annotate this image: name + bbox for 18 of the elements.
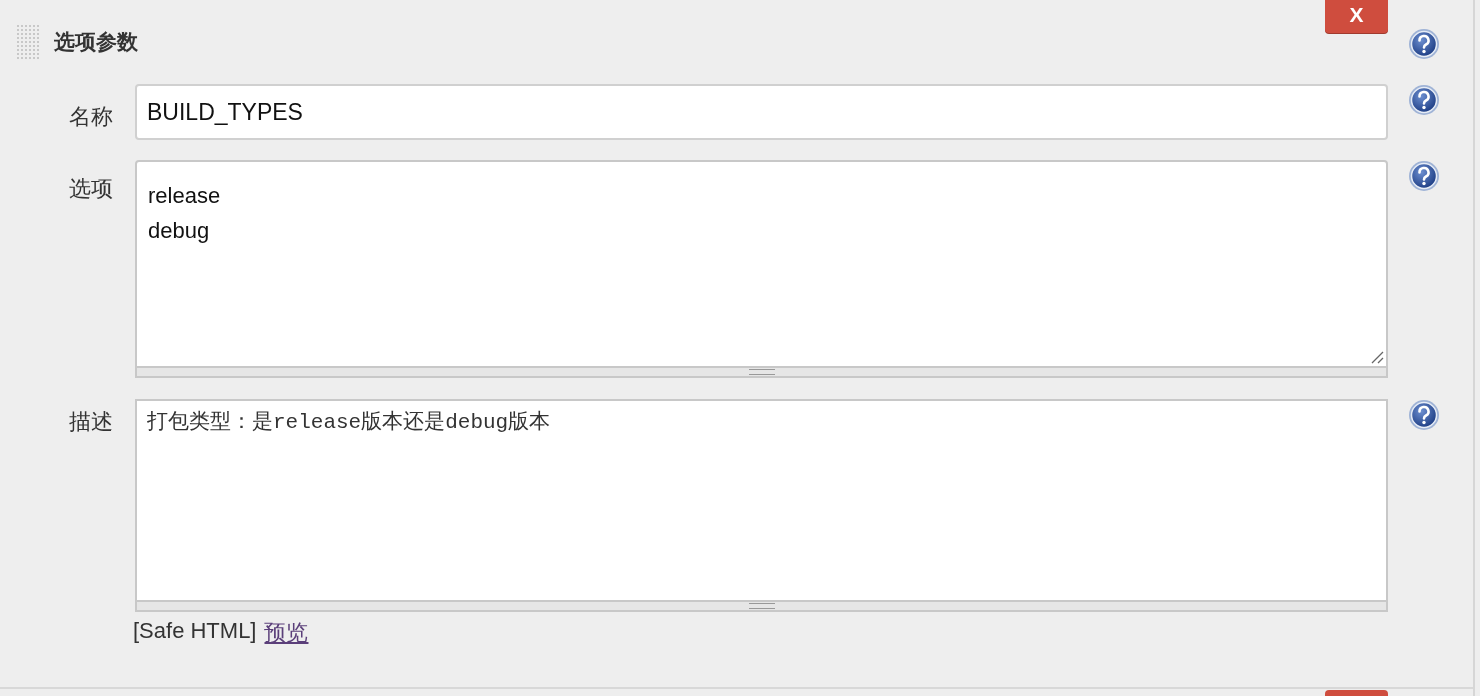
field-label: 描述 [68, 408, 114, 433]
resize-handle[interactable] [135, 602, 1388, 612]
options-field[interactable]: release debug [135, 160, 1388, 368]
description-field[interactable]: 打包类型：是release版本还是debug版本 [135, 399, 1388, 602]
help-icon[interactable] [1408, 28, 1440, 60]
resize-handle[interactable] [135, 368, 1388, 378]
help-icon[interactable] [1408, 84, 1440, 116]
delete-button[interactable]: X [1325, 0, 1388, 33]
field-label: 名称 [68, 103, 114, 128]
preview-link[interactable]: 预览 [264, 618, 309, 648]
help-icon[interactable] [1408, 160, 1440, 192]
drag-handle-icon[interactable] [17, 24, 40, 60]
help-icon[interactable] [1408, 399, 1440, 431]
format-label: [Safe HTML] [133, 618, 257, 645]
name-field[interactable]: BUILD_TYPES [135, 84, 1388, 140]
resize-corner-icon[interactable] [1370, 350, 1384, 364]
field-label: 选项 [68, 175, 114, 200]
section-title: 选项参数 [54, 29, 138, 55]
